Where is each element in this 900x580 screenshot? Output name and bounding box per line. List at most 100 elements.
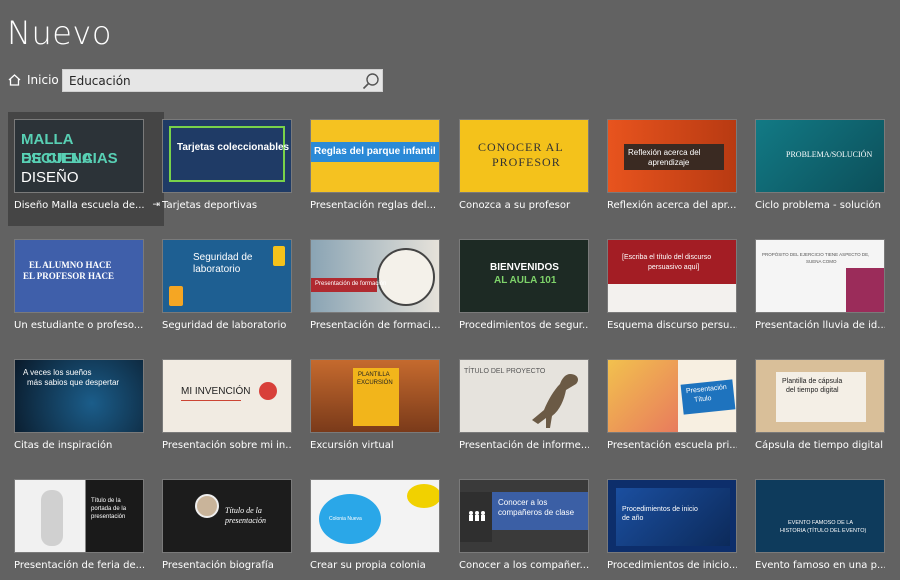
- template-tile[interactable]: Presentación Título Presentación escuela…: [607, 359, 749, 451]
- template-caption: Conocer a los compañer...: [459, 560, 589, 571]
- template-thumbnail: Plantilla de cápsula del tiempo digital: [755, 359, 885, 433]
- thumb-line: [Escriba el título del discurso: [622, 254, 712, 261]
- template-caption: Presentación lluvia de id...: [755, 320, 885, 331]
- home-link[interactable]: Inicio: [8, 73, 59, 87]
- template-caption: Un estudiante o profeso...: [14, 320, 144, 331]
- template-caption: Diseño Malla escuela de...: [14, 200, 144, 211]
- thumb-line: A veces los sueños: [23, 368, 92, 377]
- thumb-line: Tarjetas coleccionables: [177, 142, 290, 153]
- thumb-line: Procedimientos de inicio: [622, 506, 698, 513]
- template-tile[interactable]: Plantilla de cápsula del tiempo digital …: [755, 359, 897, 451]
- template-tile[interactable]: CONOCER AL PROFESOR Conozca a su profeso…: [459, 119, 601, 211]
- template-caption: Excursión virtual: [310, 440, 394, 451]
- template-tile[interactable]: PROPÓSITO DEL EJERCICIO TIENE ASPECTO DE…: [755, 239, 897, 331]
- template-thumbnail: Título de la presentación: [162, 479, 292, 553]
- flask-shape: [273, 246, 285, 266]
- thumb-line: del tiempo digital: [786, 387, 839, 394]
- template-tile[interactable]: Colonia Nueva Crear su propia colonia: [310, 479, 452, 571]
- template-caption: Presentación escuela pri...: [607, 440, 737, 451]
- template-tile[interactable]: Reglas del parque infantil Presentación …: [310, 119, 452, 211]
- template-thumbnail: EVENTO FAMOSO DE LA HISTORIA (TÍTULO DEL…: [755, 479, 885, 553]
- bulb-shape: [259, 382, 277, 400]
- thumb-line: CONOCER AL: [478, 140, 564, 154]
- pin-icon[interactable]: ⇥: [152, 200, 160, 210]
- template-thumbnail: Reglas del parque infantil: [310, 119, 440, 193]
- thumb-frame: [169, 126, 285, 182]
- template-tile[interactable]: Procedimientos de inicio de año Procedim…: [607, 479, 749, 571]
- thumb-line: Reglas del parque infantil: [314, 146, 436, 157]
- template-caption: Procedimientos de segur...: [459, 320, 589, 331]
- thumb-line: portada de la: [91, 506, 127, 512]
- template-thumbnail: TÍTULO DEL PROYECTO: [459, 359, 589, 433]
- thumb-line: aprendizaje: [648, 158, 690, 167]
- search-input[interactable]: [63, 70, 360, 91]
- thumb-line: Seguridad de: [193, 252, 253, 263]
- template-thumbnail: Tarjetas coleccionables: [162, 119, 292, 193]
- template-tile[interactable]: A veces los sueños más sabios que desper…: [14, 359, 156, 451]
- thumb-line: EL ALUMNO HACE: [29, 260, 112, 270]
- template-thumbnail: MI INVENCIÓN: [162, 359, 292, 433]
- thumb-line: HISTORIA (TÍTULO DEL EVENTO): [780, 528, 867, 534]
- template-caption: Presentación de informe...: [459, 440, 589, 451]
- template-tile[interactable]: Seguridad de laboratorio Seguridad de la…: [162, 239, 304, 331]
- thumb-line: Colonia Nueva: [329, 516, 362, 522]
- avatar: [195, 494, 219, 518]
- template-thumbnail: EL ALUMNO HACE EL PROFESOR HACE: [14, 239, 144, 313]
- thumb-line: MI INVENCIÓN: [181, 386, 251, 397]
- template-tile[interactable]: [Escriba el título del discurso persuasi…: [607, 239, 749, 331]
- template-caption: Presentación sobre mi in...: [162, 440, 292, 451]
- template-thumbnail: PROBLEMA/SOLUCIÓN: [755, 119, 885, 193]
- template-thumbnail: [Escriba el título del discurso persuasi…: [607, 239, 737, 313]
- thumb-line: persuasivo aquí]: [648, 264, 700, 271]
- thumb-line: Presentación de formación: [315, 281, 387, 287]
- search-icon: [362, 72, 379, 89]
- template-tile[interactable]: BIENVENIDOS AL AULA 101 Procedimientos d…: [459, 239, 601, 331]
- search-box: [62, 69, 383, 92]
- template-tile[interactable]: Reflexión acerca del aprendizaje Reflexi…: [607, 119, 749, 211]
- template-caption: Presentación de formaci...: [310, 320, 440, 331]
- template-tile[interactable]: Tarjetas coleccionables Tarjetas deporti…: [162, 119, 304, 211]
- blob-shape: [407, 484, 439, 508]
- template-tile[interactable]: Presentación de formación Presentación d…: [310, 239, 452, 331]
- template-caption: Reflexión acerca del apr...: [607, 200, 737, 211]
- template-tile[interactable]: MALLA ESCUELA DE CIENCIAS DISEÑO Diseño …: [8, 112, 164, 226]
- thumb-line: DE CIENCIAS: [21, 150, 118, 167]
- astronaut-shape: [41, 490, 63, 546]
- template-tile[interactable]: EL ALUMNO HACE EL PROFESOR HACE Un estud…: [14, 239, 156, 331]
- page-title: Nuevo: [7, 14, 112, 52]
- template-caption: Presentación de feria de...: [14, 560, 144, 571]
- home-label: Inicio: [27, 73, 59, 87]
- template-caption: Tarjetas deportivas: [162, 200, 258, 211]
- photo-shape: [608, 360, 678, 432]
- thumb-line: EVENTO FAMOSO DE LA: [788, 520, 853, 526]
- template-thumbnail: Conocer a los compañeros de clase: [459, 479, 589, 553]
- thumb-line: presentación: [91, 514, 126, 520]
- thumb-line: Título de la: [91, 498, 121, 504]
- thumb-line: Título de la: [225, 506, 262, 515]
- template-tile[interactable]: MI INVENCIÓN Presentación sobre mi in...: [162, 359, 304, 451]
- template-tile[interactable]: Título de la portada de la presentación …: [14, 479, 156, 571]
- template-thumbnail: Procedimientos de inicio de año: [607, 479, 737, 553]
- template-thumbnail: A veces los sueños más sabios que desper…: [14, 359, 144, 433]
- thumb-line: laboratorio: [193, 264, 241, 275]
- thumb-band: [608, 240, 736, 284]
- template-caption: Ciclo problema - solución: [755, 200, 881, 211]
- template-tile[interactable]: PLANTILLA EXCURSIÓN Excursión virtual: [310, 359, 452, 451]
- thumb-line: BIENVENIDOS: [490, 262, 559, 273]
- template-tile[interactable]: Título de la presentación Presentación b…: [162, 479, 304, 571]
- dinosaur-icon: [532, 374, 578, 428]
- template-tile[interactable]: EVENTO FAMOSO DE LA HISTORIA (TÍTULO DEL…: [755, 479, 897, 571]
- template-caption: Procedimientos de inicio...: [607, 560, 737, 571]
- people-icon: [469, 511, 485, 521]
- template-thumbnail: Título de la portada de la presentación: [14, 479, 144, 553]
- template-thumbnail: Colonia Nueva: [310, 479, 440, 553]
- template-thumbnail: Presentación de formación: [310, 239, 440, 313]
- template-caption: Seguridad de laboratorio: [162, 320, 287, 331]
- template-caption: Presentación reglas del...: [310, 200, 437, 211]
- search-button[interactable]: [360, 70, 382, 92]
- template-tile[interactable]: TÍTULO DEL PROYECTO Presentación de info…: [459, 359, 601, 451]
- template-tile[interactable]: Conocer a los compañeros de clase Conoce…: [459, 479, 601, 571]
- template-caption: Citas de inspiración: [14, 440, 113, 451]
- template-caption: Cápsula de tiempo digital: [755, 440, 884, 451]
- template-tile[interactable]: PROBLEMA/SOLUCIÓN Ciclo problema - soluc…: [755, 119, 897, 211]
